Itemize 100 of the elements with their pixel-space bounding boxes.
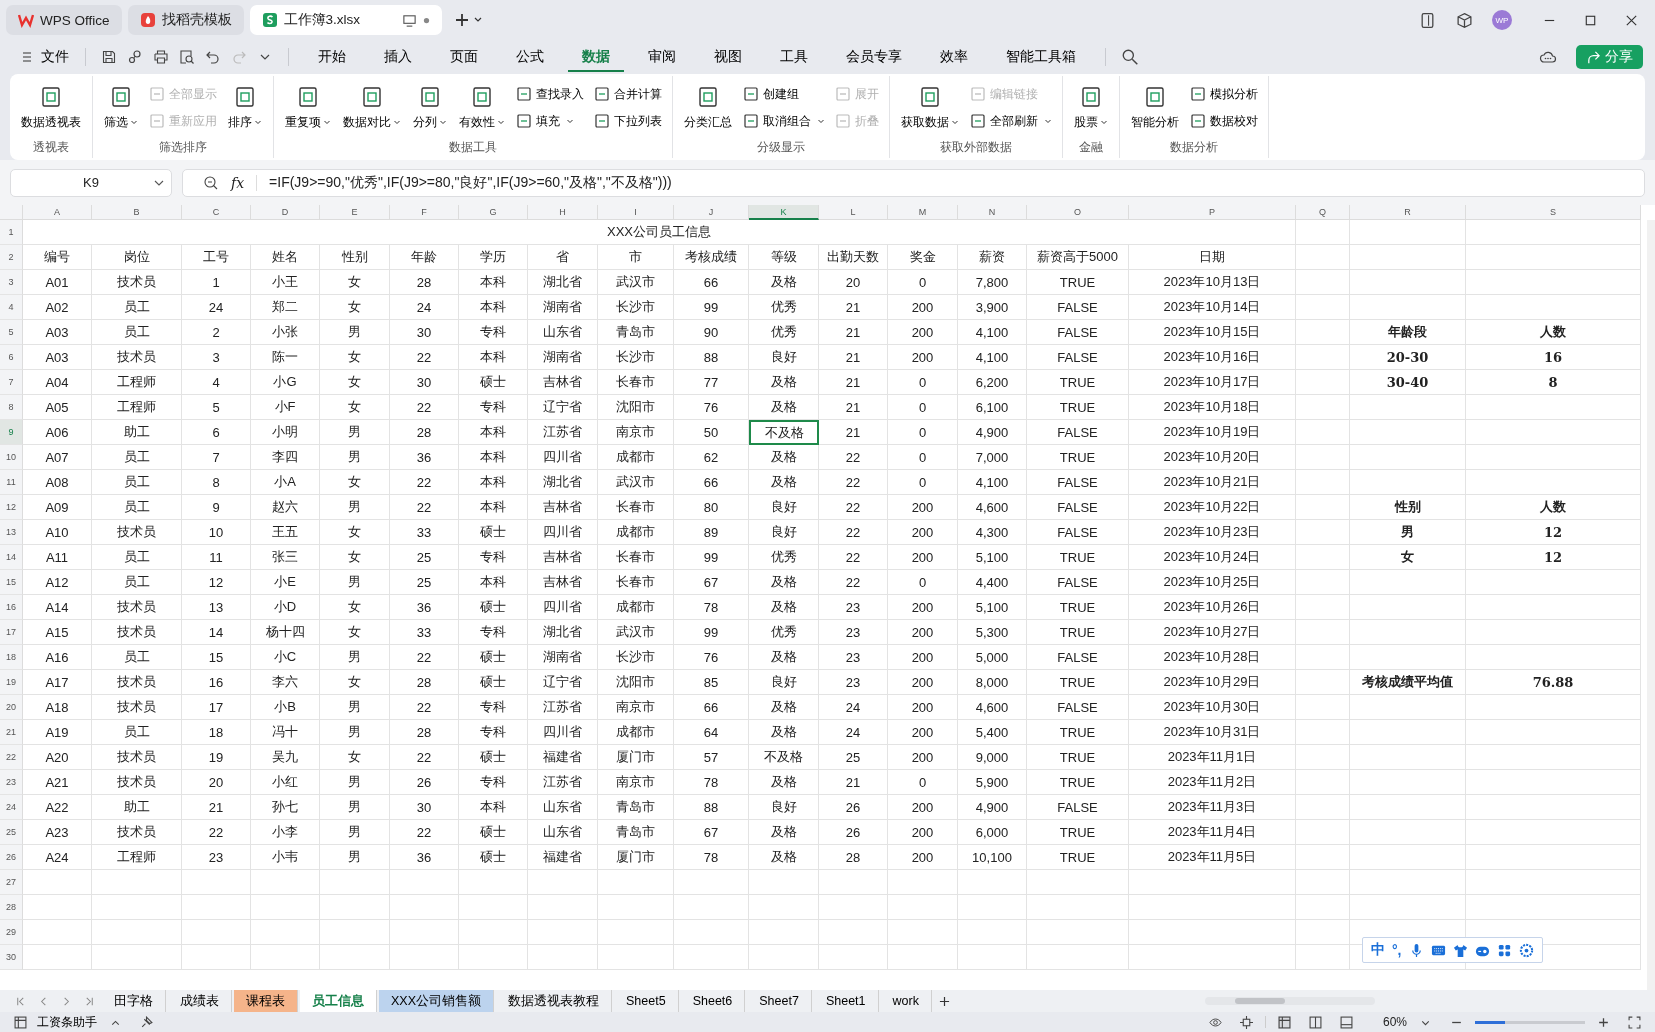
row-header[interactable]: 14 [0, 545, 23, 570]
apps-icon[interactable] [1496, 942, 1512, 958]
page-break-view-icon[interactable] [1339, 1015, 1353, 1029]
input-mode-label[interactable]: 中 [1371, 941, 1385, 959]
sheet-tab[interactable]: 员工信息 [300, 990, 377, 1012]
sheet-tab[interactable]: XXX公司销售额 [379, 990, 494, 1012]
save-icon[interactable] [101, 49, 117, 65]
row-header[interactable]: 3 [0, 270, 23, 295]
row-header[interactable]: 12 [0, 495, 23, 520]
ribbon-button[interactable]: 数据校对 [1188, 110, 1260, 132]
row-header[interactable]: 23 [0, 770, 23, 795]
ribbon-tab[interactable]: 会员专享 [832, 42, 916, 72]
normal-view-icon[interactable] [1277, 1015, 1291, 1029]
print-icon[interactable] [153, 49, 169, 65]
assistant-button[interactable]: 工资条助手 [8, 1013, 97, 1031]
ribbon-button[interactable]: 填充 [514, 110, 586, 132]
settings-icon[interactable] [1518, 942, 1534, 958]
formula-field[interactable]: =IF(J9>=90,"优秀",IF(J9>=80,"良好",IF(J9>=60,"及格","不及格"))) [269, 173, 672, 192]
sheet-tab[interactable]: 课程表 [234, 990, 298, 1012]
name-box[interactable]: K9 [10, 168, 172, 197]
row-header[interactable]: 28 [0, 895, 23, 920]
row-header[interactable]: 19 [0, 670, 23, 695]
row-header[interactable]: 2 [0, 245, 23, 270]
ribbon-button[interactable]: 分列 [410, 82, 450, 133]
row-header[interactable]: 20 [0, 695, 23, 720]
zoom-level[interactable]: 60% [1382, 1015, 1407, 1029]
row-header[interactable]: 4 [0, 295, 23, 320]
ribbon-button[interactable]: 合并计算 [592, 83, 664, 105]
zoom-in-icon[interactable] [1597, 1015, 1610, 1029]
window-tab[interactable]: WPS Office [6, 5, 122, 35]
fullscreen-icon[interactable] [1628, 1015, 1641, 1029]
ribbon-tab[interactable]: 公式 [502, 42, 558, 72]
ribbon-button[interactable]: 创建组 [741, 83, 827, 105]
zoom-icon[interactable] [203, 174, 219, 191]
row-header[interactable]: 15 [0, 570, 23, 595]
zoom-slider[interactable] [1475, 1020, 1505, 1024]
last-sheet-icon[interactable] [84, 995, 95, 1007]
column-header[interactable]: K [749, 205, 819, 220]
previous-sheet-icon[interactable] [38, 995, 49, 1007]
column-header[interactable]: O [1027, 205, 1129, 220]
ribbon-tab[interactable]: 页面 [436, 42, 492, 72]
column-header[interactable]: J [674, 205, 749, 220]
horizontal-scrollbar[interactable] [1205, 997, 1375, 1005]
row-header[interactable]: 16 [0, 595, 23, 620]
ribbon-button[interactable]: 分类汇总 [681, 82, 735, 133]
row-header[interactable]: 10 [0, 445, 23, 470]
ribbon-button[interactable]: 模拟分析 [1188, 83, 1260, 105]
row-header[interactable]: 9 [0, 420, 23, 445]
search-icon[interactable] [1121, 48, 1139, 66]
ribbon-tab[interactable]: 视图 [700, 42, 756, 72]
column-header[interactable]: H [528, 205, 598, 220]
function-label[interactable]: fx [231, 174, 245, 191]
ribbon-button[interactable]: 获取数据 [898, 82, 962, 133]
crosshair-icon[interactable] [1239, 1015, 1253, 1029]
ribbon-button[interactable]: 有效性 [456, 82, 508, 133]
column-header[interactable]: A [23, 205, 92, 220]
column-header[interactable]: L [819, 205, 888, 220]
ribbon-button[interactable]: 取消组合 [741, 110, 827, 132]
row-header[interactable]: 18 [0, 645, 23, 670]
next-sheet-icon[interactable] [61, 995, 72, 1007]
row-header[interactable]: 26 [0, 845, 23, 870]
column-header[interactable]: S [1466, 205, 1641, 220]
row-header[interactable]: 21 [0, 720, 23, 745]
input-mode-label[interactable]: °, [1392, 942, 1402, 958]
add-sheet-icon[interactable] [938, 995, 950, 1007]
cube-icon[interactable] [1456, 11, 1473, 29]
column-header[interactable]: G [459, 205, 528, 220]
file-menu-button[interactable]: 文件 [12, 46, 73, 68]
pin-icon[interactable] [140, 1015, 153, 1029]
window-tab[interactable]: 找稻壳模板 [127, 5, 244, 35]
row-header[interactable]: 5 [0, 320, 23, 345]
row-header[interactable]: 8 [0, 395, 23, 420]
ribbon-tab[interactable]: 数据 [568, 42, 624, 72]
column-header[interactable]: E [320, 205, 390, 220]
column-header[interactable]: B [92, 205, 182, 220]
ribbon-tab[interactable]: 效率 [926, 42, 982, 72]
undo-icon[interactable] [205, 49, 221, 65]
ribbon-button[interactable]: 排序 [225, 82, 265, 133]
row-header[interactable]: 25 [0, 820, 23, 845]
ribbon-button[interactable]: 筛选 [101, 82, 141, 133]
monitor-icon[interactable] [401, 12, 417, 28]
column-header[interactable]: Q [1296, 205, 1350, 220]
ribbon-tab[interactable]: 智能工具箱 [992, 42, 1090, 72]
column-header[interactable]: P [1129, 205, 1296, 220]
ribbon-tab[interactable]: 工具 [766, 42, 822, 72]
ribbon-button[interactable]: 下拉列表 [592, 110, 664, 132]
ribbon-button[interactable]: 数据透视表 [18, 82, 84, 133]
row-header[interactable]: 11 [0, 470, 23, 495]
row-header[interactable]: 22 [0, 745, 23, 770]
ribbon-tab[interactable]: 审阅 [634, 42, 690, 72]
row-header[interactable]: 7 [0, 370, 23, 395]
page-view-icon[interactable] [1308, 1015, 1322, 1029]
row-header[interactable]: 30 [0, 945, 23, 970]
row-header[interactable]: 27 [0, 870, 23, 895]
column-header[interactable]: N [958, 205, 1027, 220]
row-header[interactable]: 1 [0, 220, 23, 245]
column-header[interactable]: C [182, 205, 251, 220]
ribbon-tab[interactable]: 开始 [304, 42, 360, 72]
column-header[interactable]: R [1350, 205, 1466, 220]
row-header[interactable]: 6 [0, 345, 23, 370]
